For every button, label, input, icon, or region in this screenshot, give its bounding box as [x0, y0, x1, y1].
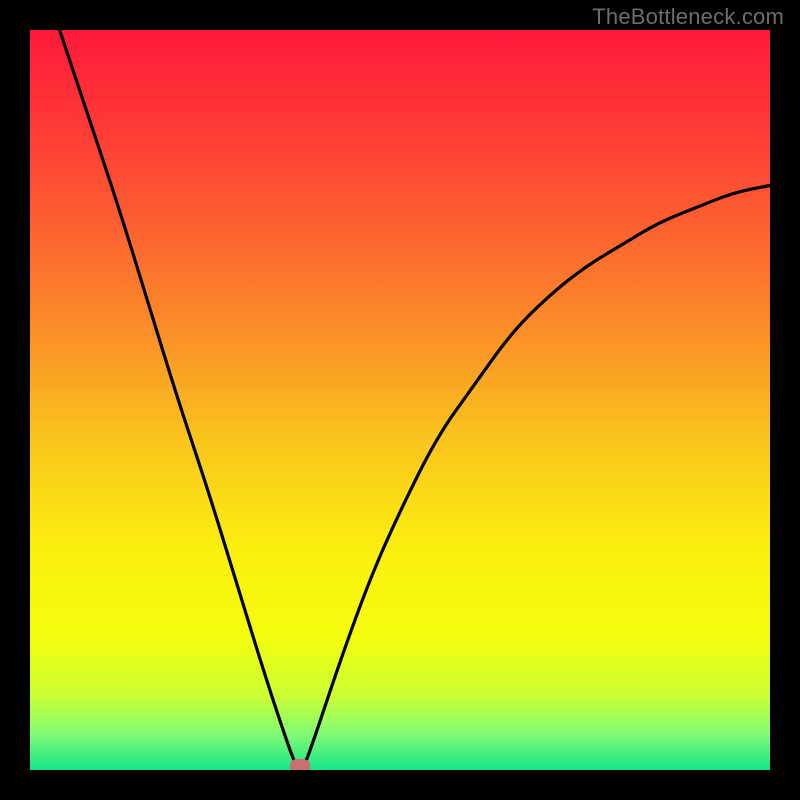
- plot-area: [30, 30, 770, 770]
- watermark-text: TheBottleneck.com: [592, 4, 784, 30]
- bottleneck-curve: [30, 30, 770, 770]
- minimum-marker: [290, 759, 310, 770]
- chart-frame: TheBottleneck.com: [0, 0, 800, 800]
